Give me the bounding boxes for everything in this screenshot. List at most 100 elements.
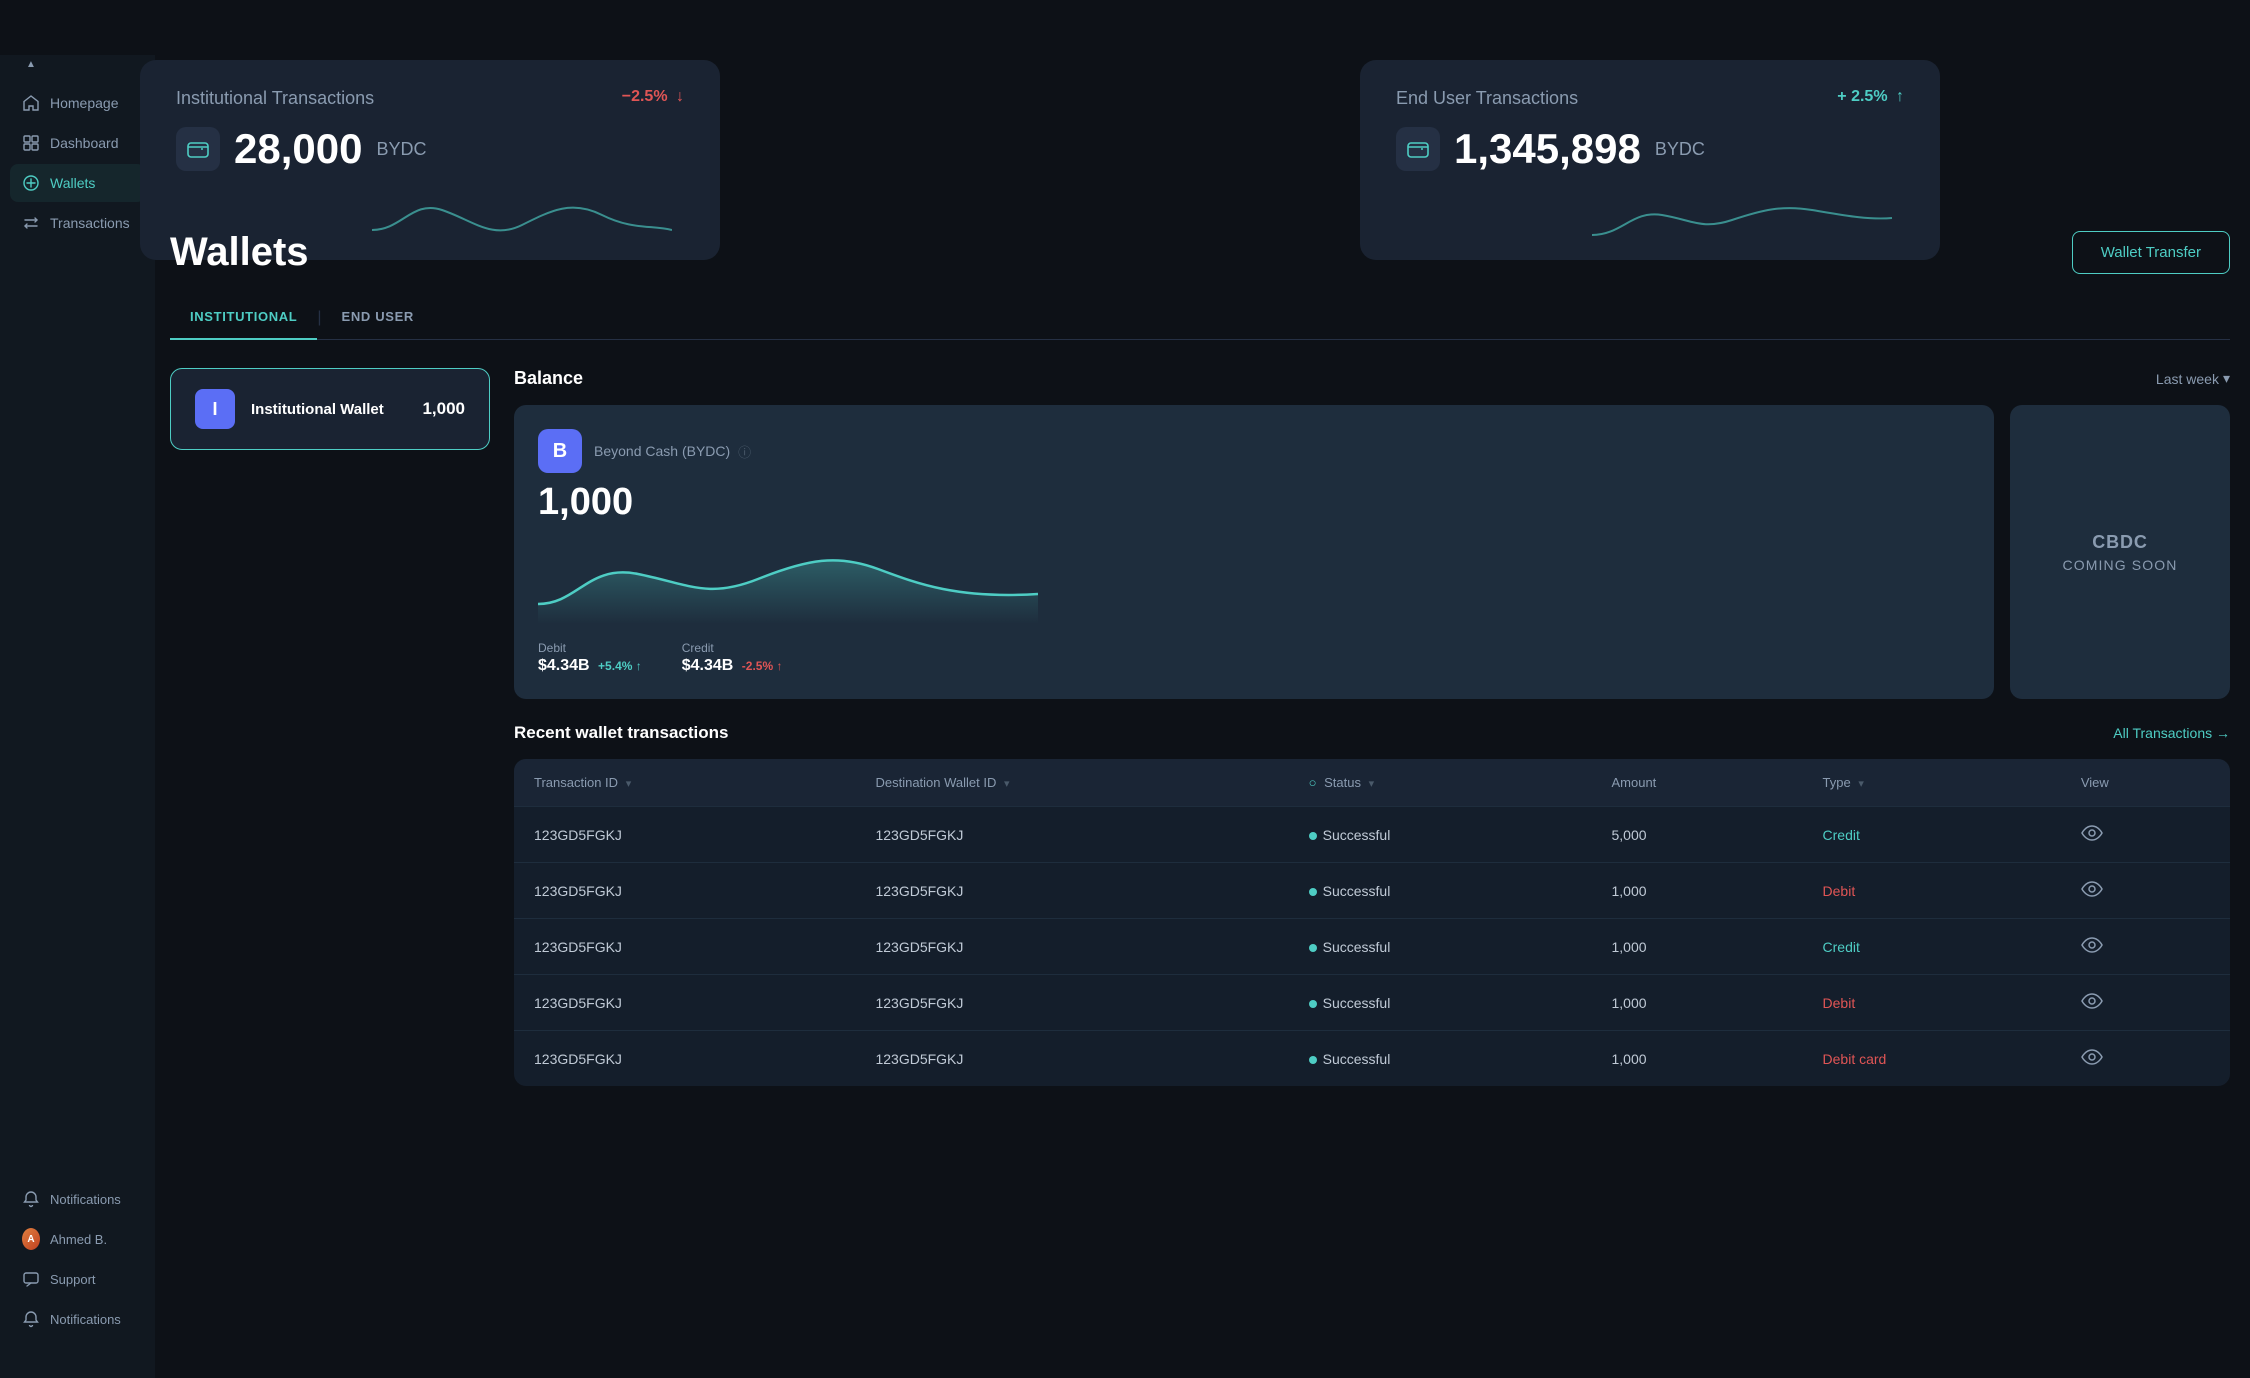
sidebar-item-dashboard[interactable]: Dashboard: [10, 124, 145, 162]
cbdc-title: CBDC: [2092, 532, 2148, 553]
bydc-title: Beyond Cash (BYDC): [594, 443, 730, 459]
sidebar-nav: Homepage Dashboard Wallets: [0, 84, 155, 1180]
cell-txn-id: 123GD5FGKJ: [514, 807, 855, 863]
institutional-card-title: Institutional Transactions: [176, 88, 684, 109]
chat-icon: [22, 1270, 40, 1288]
home-icon: [22, 94, 40, 112]
sidebar-bottom: Notifications A Ahmed B. Support: [0, 1180, 155, 1358]
cell-amount: 5,000: [1591, 807, 1802, 863]
sidebar-item-label-transactions: Transactions: [50, 215, 130, 231]
page-header: Wallets Wallet Transfer: [170, 230, 2230, 275]
top-bar-overlay: [0, 0, 2250, 55]
cell-view[interactable]: [2061, 863, 2230, 919]
wallet-transfer-button[interactable]: Wallet Transfer: [2072, 231, 2230, 274]
sidebar-item-support[interactable]: Support: [10, 1260, 145, 1298]
col-dest-wallet: Destination Wallet ID ▾: [855, 759, 1288, 807]
view-eye-icon[interactable]: [2081, 822, 2103, 844]
institutional-wallet-card[interactable]: I Institutional Wallet 1,000: [170, 368, 490, 450]
content-grid: I Institutional Wallet 1,000 Balance Las…: [170, 368, 2230, 1086]
credit-stat: Credit $4.34B -2.5% ↑: [682, 641, 783, 675]
col-txn-id: Transaction ID ▾: [514, 759, 855, 807]
sidebar-item-notifications-1[interactable]: Notifications: [10, 1180, 145, 1218]
status-dot: [1309, 1056, 1317, 1064]
tabs-row: INSTITUTIONAL | END USER: [170, 299, 2230, 340]
transactions-tbody: 123GD5FGKJ 123GD5FGKJ Successful 5,000 C…: [514, 807, 2230, 1087]
bydc-title-row: Beyond Cash (BYDC) ⓘ: [594, 442, 751, 461]
table-row: 123GD5FGKJ 123GD5FGKJ Successful 1,000 D…: [514, 975, 2230, 1031]
bell-icon-1: [22, 1190, 40, 1208]
wallet-name: Institutional Wallet: [251, 401, 406, 418]
cell-status: Successful: [1289, 919, 1592, 975]
cbdc-balance-card: CBDC COMING SOON: [2010, 405, 2230, 699]
view-eye-icon[interactable]: [2081, 878, 2103, 900]
sidebar-item-ahmed[interactable]: A Ahmed B.: [10, 1220, 145, 1258]
period-selector[interactable]: Last week ▾: [2156, 370, 2230, 387]
bydc-balance-card: B Beyond Cash (BYDC) ⓘ 1,000: [514, 405, 1994, 699]
col-status: ○ Status ▾: [1289, 759, 1592, 807]
cell-amount: 1,000: [1591, 863, 1802, 919]
sidebar: Beyond Cash ▲ Homepage Dashboard: [0, 0, 155, 1378]
transactions-header: Recent wallet transactions All Transacti…: [514, 723, 2230, 743]
institutional-unit: BYDC: [376, 139, 426, 160]
cell-view[interactable]: [2061, 975, 2230, 1031]
period-chevron: ▾: [2223, 370, 2230, 387]
brand-dropdown-icon: ▲: [26, 59, 36, 70]
sidebar-notifications-2-label: Notifications: [50, 1312, 121, 1327]
cell-status: Successful: [1289, 807, 1592, 863]
status-dot: [1309, 1000, 1317, 1008]
cell-txn-id: 123GD5FGKJ: [514, 975, 855, 1031]
cell-dest-wallet: 123GD5FGKJ: [855, 1031, 1288, 1087]
cell-type: Credit: [1803, 919, 2061, 975]
cell-amount: 1,000: [1591, 1031, 1802, 1087]
credit-label: Credit: [682, 641, 783, 655]
end-user-card-amount-row: 1,345,898 BYDC: [1396, 125, 1904, 173]
tab-end-user[interactable]: END USER: [322, 299, 434, 340]
credit-value: $4.34B -2.5% ↑: [682, 657, 783, 675]
main-content: Wallets Wallet Transfer INSTITUTIONAL | …: [170, 230, 2230, 1368]
sidebar-notifications-1-label: Notifications: [50, 1192, 121, 1207]
type-sort-icon[interactable]: ▾: [1858, 777, 1864, 790]
bydc-chart: [538, 544, 1038, 624]
sidebar-item-transactions[interactable]: Transactions: [10, 204, 145, 242]
cell-view[interactable]: [2061, 807, 2230, 863]
table-row: 123GD5FGKJ 123GD5FGKJ Successful 5,000 C…: [514, 807, 2230, 863]
institutional-amount: 28,000: [234, 125, 362, 173]
cell-view[interactable]: [2061, 919, 2230, 975]
cell-txn-id: 123GD5FGKJ: [514, 863, 855, 919]
balance-header: Balance Last week ▾: [514, 368, 2230, 389]
status-sort-icon[interactable]: ▾: [1369, 777, 1375, 790]
view-eye-icon[interactable]: [2081, 934, 2103, 956]
view-eye-icon[interactable]: [2081, 990, 2103, 1012]
sidebar-ahmed-label: Ahmed B.: [50, 1232, 107, 1247]
dest-sort-icon[interactable]: ▾: [1004, 777, 1010, 790]
view-eye-icon[interactable]: [2081, 1046, 2103, 1068]
credit-change: -2.5% ↑: [742, 659, 783, 673]
txn-sort-icon[interactable]: ▾: [626, 777, 632, 790]
sidebar-item-notifications-2[interactable]: Notifications: [10, 1300, 145, 1338]
end-user-unit: BYDC: [1655, 139, 1705, 160]
cell-type: Debit: [1803, 863, 2061, 919]
cell-view[interactable]: [2061, 1031, 2230, 1087]
sidebar-item-homepage[interactable]: Homepage: [10, 84, 145, 122]
cell-amount: 1,000: [1591, 975, 1802, 1031]
avatar-icon: A: [22, 1230, 40, 1248]
table-row: 123GD5FGKJ 123GD5FGKJ Successful 1,000 D…: [514, 863, 2230, 919]
end-user-card-title: End User Transactions: [1396, 88, 1904, 109]
left-panel: I Institutional Wallet 1,000: [170, 368, 490, 1086]
all-transactions-link[interactable]: All Transactions →: [2113, 725, 2230, 741]
wallet-info: Institutional Wallet: [251, 401, 406, 418]
balance-section: Balance Last week ▾ B Beyond Cash (B: [514, 368, 2230, 699]
institutional-card-amount-row: 28,000 BYDC: [176, 125, 684, 173]
sidebar-item-wallets[interactable]: Wallets: [10, 164, 145, 202]
cell-status: Successful: [1289, 863, 1592, 919]
balance-cards-row: B Beyond Cash (BYDC) ⓘ 1,000: [514, 405, 2230, 699]
debit-change: +5.4% ↑: [598, 659, 642, 673]
cell-type: Debit: [1803, 975, 2061, 1031]
status-dot: [1309, 832, 1317, 840]
cell-dest-wallet: 123GD5FGKJ: [855, 975, 1288, 1031]
table-header: Transaction ID ▾ Destination Wallet ID ▾…: [514, 759, 2230, 807]
cell-txn-id: 123GD5FGKJ: [514, 1031, 855, 1087]
cell-dest-wallet: 123GD5FGKJ: [855, 807, 1288, 863]
cell-dest-wallet: 123GD5FGKJ: [855, 919, 1288, 975]
tab-institutional[interactable]: INSTITUTIONAL: [170, 299, 317, 340]
